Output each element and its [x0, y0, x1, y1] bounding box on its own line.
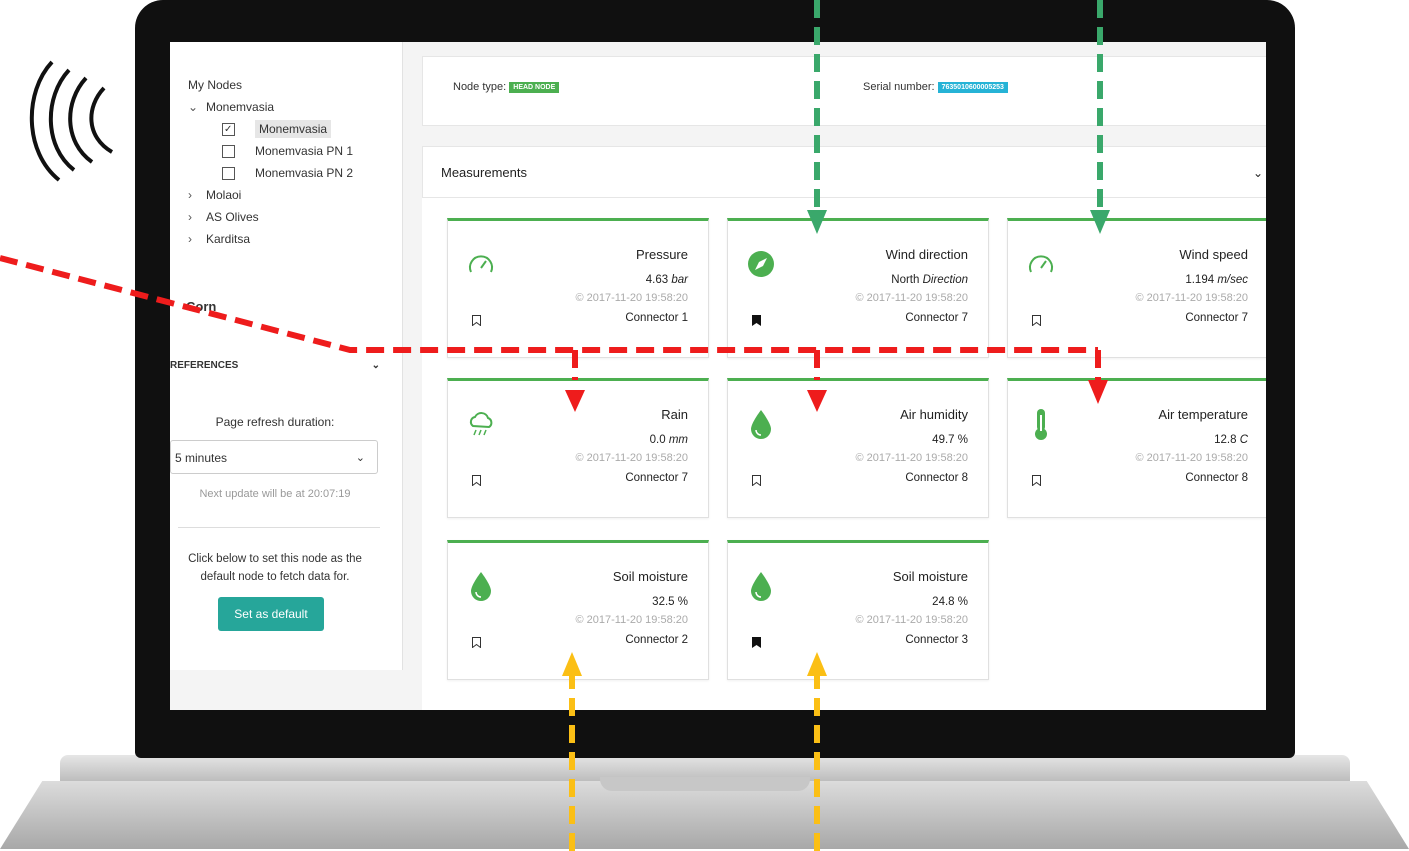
green-dashed-arrows	[814, 0, 1103, 210]
yellow-arrowheads	[562, 652, 827, 676]
red-arrowheads	[565, 380, 1108, 412]
yellow-dashed-arrows	[569, 676, 820, 851]
annotation-arrows	[0, 0, 1110, 851]
green-arrowheads	[807, 210, 1110, 234]
red-dashed-arrows	[0, 255, 1101, 380]
